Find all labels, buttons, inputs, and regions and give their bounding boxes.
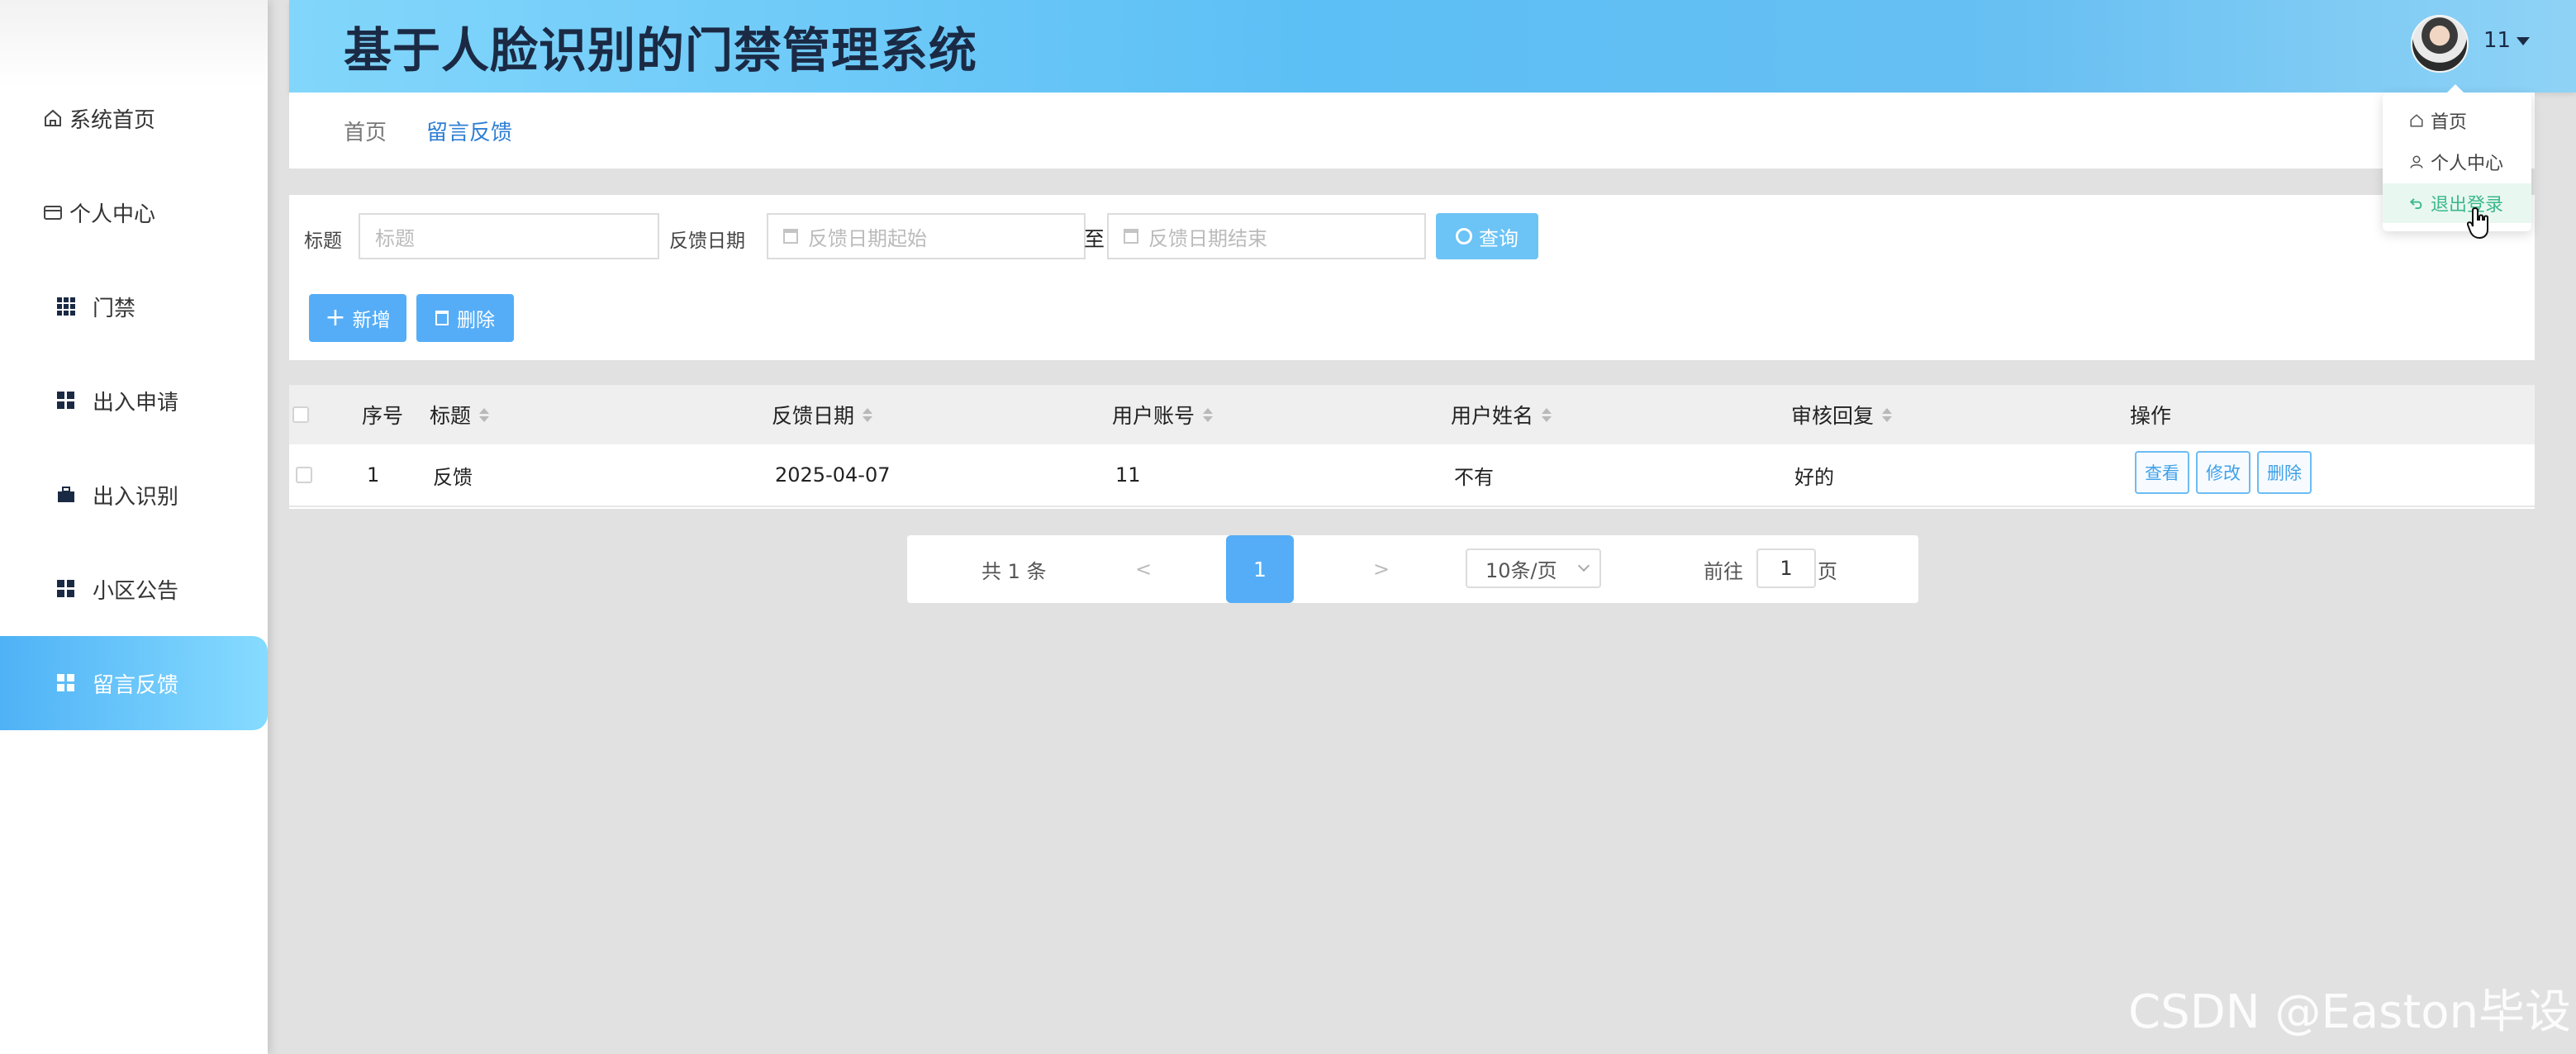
sidebar-item-profile[interactable]: 个人中心 bbox=[0, 165, 268, 259]
select-all-checkbox[interactable] bbox=[292, 385, 309, 444]
breadcrumb: 首页 留言反馈 bbox=[289, 93, 2535, 169]
table-header: 序号 标题 反馈日期 用户账号 用户姓名 审核回复 操作 bbox=[289, 385, 2535, 444]
hand-cursor-icon bbox=[2466, 207, 2492, 243]
top-header: 基于人脸识别的门禁管理系统 11 bbox=[289, 0, 2576, 93]
plus-icon: + bbox=[325, 303, 346, 332]
sidebar-item-label: 个人中心 bbox=[69, 202, 156, 227]
prev-page-button[interactable]: < bbox=[1135, 535, 1152, 603]
sort-icon bbox=[1882, 407, 1893, 422]
logout-icon bbox=[2407, 194, 2426, 212]
date-end-input[interactable]: 反馈日期结束 bbox=[1107, 213, 1426, 259]
column-header-name[interactable]: 用户姓名 bbox=[1451, 385, 1552, 444]
pagination: 共 1 条 < 1 > 10条/页 前往 1 页 bbox=[907, 535, 1918, 603]
column-header-actions: 操作 bbox=[2130, 404, 2172, 428]
query-button-label: 查询 bbox=[1479, 226, 1519, 250]
calendar-icon bbox=[783, 229, 798, 244]
column-header-account[interactable]: 用户账号 bbox=[1112, 385, 1214, 444]
grid-icon bbox=[55, 295, 78, 318]
app-title: 基于人脸识别的门禁管理系统 bbox=[344, 22, 978, 78]
goto-suffix: 页 bbox=[1818, 559, 1837, 583]
column-header-title[interactable]: 标题 bbox=[430, 385, 490, 444]
sidebar-item-label: 小区公告 bbox=[93, 578, 179, 604]
home-icon bbox=[2407, 112, 2426, 130]
avatar[interactable] bbox=[2411, 15, 2469, 73]
page-number-button[interactable]: 1 bbox=[1226, 535, 1294, 603]
briefcase-icon bbox=[55, 483, 78, 506]
column-header-date[interactable]: 反馈日期 bbox=[772, 385, 873, 444]
sort-icon bbox=[863, 407, 873, 422]
cell-account: 11 bbox=[1115, 463, 1141, 487]
cell-name: 不有 bbox=[1454, 465, 1494, 489]
trash-icon bbox=[435, 311, 449, 325]
page-size-value: 10条/页 bbox=[1485, 558, 1557, 582]
user-name[interactable]: 11 bbox=[2483, 28, 2511, 53]
column-header-reply[interactable]: 审核回复 bbox=[1791, 385, 1893, 444]
sidebar-item-entry-recognition[interactable]: 出入识别 bbox=[0, 448, 268, 542]
row-checkbox[interactable] bbox=[296, 444, 312, 506]
sidebar-item-feedback[interactable]: 留言反馈 bbox=[0, 636, 268, 730]
table-row: 1 反馈 2025-04-07 11 不有 好的 查看 修改 删除 bbox=[289, 444, 2535, 507]
add-button[interactable]: + 新增 bbox=[309, 294, 406, 342]
title-placeholder: 标题 bbox=[375, 226, 415, 250]
calendar-icon bbox=[1124, 229, 1138, 244]
sidebar-item-home[interactable]: 系统首页 bbox=[0, 71, 268, 165]
sort-icon bbox=[479, 407, 490, 422]
feedback-table: 序号 标题 反馈日期 用户账号 用户姓名 审核回复 操作 1 反馈 2025-0… bbox=[289, 385, 2535, 509]
edit-button[interactable]: 修改 bbox=[2196, 451, 2250, 494]
chevron-down-icon bbox=[1577, 559, 1590, 572]
sort-icon bbox=[1542, 407, 1552, 422]
sidebar-item-label: 出入识别 bbox=[93, 484, 179, 510]
title-search-input[interactable]: 标题 bbox=[359, 213, 659, 259]
next-page-button[interactable]: > bbox=[1373, 535, 1390, 603]
grid-icon bbox=[55, 389, 78, 412]
delete-button-label: 删除 bbox=[457, 310, 495, 331]
sort-icon bbox=[1203, 407, 1214, 422]
grid-icon bbox=[55, 672, 78, 695]
sidebar: 系统首页 个人中心 门禁 出入申请 出入识别 小区公告 留言反馈 bbox=[0, 0, 268, 1054]
date-range-separator: 至 bbox=[1084, 227, 1105, 251]
view-button[interactable]: 查看 bbox=[2135, 451, 2189, 494]
add-button-label: 新增 bbox=[352, 310, 391, 331]
card-icon bbox=[41, 201, 64, 224]
page-size-select[interactable]: 10条/页 bbox=[1466, 548, 1601, 588]
sidebar-item-label: 系统首页 bbox=[69, 107, 156, 133]
sidebar-item-label: 出入申请 bbox=[93, 390, 179, 415]
search-icon bbox=[1456, 228, 1472, 245]
menu-item-label: 首页 bbox=[2431, 112, 2468, 133]
sidebar-item-access[interactable]: 门禁 bbox=[0, 259, 268, 354]
menu-item-logout[interactable]: 退出登录 bbox=[2383, 183, 2531, 223]
breadcrumb-home[interactable]: 首页 bbox=[344, 116, 387, 146]
goto-page-input[interactable]: 1 bbox=[1756, 548, 1816, 588]
cell-title: 反馈 bbox=[433, 465, 473, 489]
sidebar-item-entry-application[interactable]: 出入申请 bbox=[0, 354, 268, 448]
menu-item-label: 个人中心 bbox=[2431, 154, 2504, 174]
delete-button[interactable]: 删除 bbox=[2257, 451, 2312, 494]
menu-item-profile[interactable]: 个人中心 bbox=[2383, 142, 2531, 182]
sidebar-item-label: 留言反馈 bbox=[93, 672, 179, 698]
query-button[interactable]: 查询 bbox=[1436, 213, 1538, 259]
cell-date: 2025-04-07 bbox=[775, 463, 891, 487]
watermark: CSDN @Easton毕设 bbox=[2128, 985, 2572, 1039]
user-dropdown-menu: 首页 个人中心 退出登录 bbox=[2383, 84, 2531, 231]
search-panel: 标题 标题 反馈日期 反馈日期起始 至 反馈日期结束 查询 + 新增 删除 bbox=[289, 195, 2535, 360]
sidebar-item-label: 门禁 bbox=[93, 296, 136, 321]
cell-index: 1 bbox=[367, 463, 380, 487]
cell-reply: 好的 bbox=[1794, 465, 1834, 489]
pagination-total: 共 1 条 bbox=[981, 559, 1047, 583]
date-label: 反馈日期 bbox=[669, 230, 745, 252]
breadcrumb-current[interactable]: 留言反馈 bbox=[426, 116, 512, 146]
date-end-placeholder: 反馈日期结束 bbox=[1148, 226, 1267, 250]
date-start-input[interactable]: 反馈日期起始 bbox=[767, 213, 1086, 259]
user-icon bbox=[2407, 153, 2426, 171]
goto-prefix: 前往 bbox=[1704, 559, 1743, 583]
home-icon bbox=[41, 107, 64, 130]
column-header-index: 序号 bbox=[362, 404, 404, 428]
caret-down-icon[interactable] bbox=[2517, 37, 2530, 45]
batch-delete-button[interactable]: 删除 bbox=[416, 294, 514, 342]
grid-icon bbox=[55, 577, 78, 601]
date-start-placeholder: 反馈日期起始 bbox=[808, 226, 927, 250]
title-label: 标题 bbox=[304, 230, 342, 252]
menu-item-home[interactable]: 首页 bbox=[2383, 101, 2531, 140]
sidebar-item-announcement[interactable]: 小区公告 bbox=[0, 542, 268, 636]
